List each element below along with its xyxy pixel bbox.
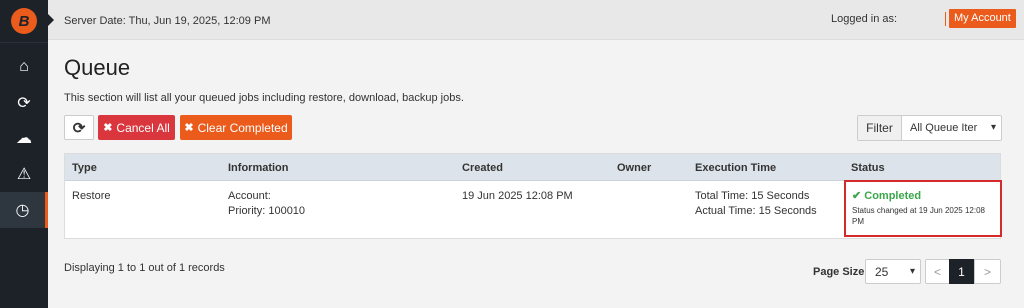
chevron-down-icon: ▾ bbox=[990, 122, 996, 133]
sync-icon[interactable]: ⟳ bbox=[0, 85, 48, 121]
filter-group: Filter All Queue Iter ▾ bbox=[857, 115, 1002, 141]
col-type[interactable]: Type bbox=[72, 162, 97, 174]
row-info-priority: Priority: 100010 bbox=[228, 205, 306, 217]
page-size-label: Page Size bbox=[813, 266, 865, 278]
table-header: Type Information Created Owner Execution… bbox=[65, 154, 1000, 181]
clear-completed-label: Clear Completed bbox=[197, 120, 288, 135]
sidebar-divider bbox=[0, 42, 48, 43]
col-information[interactable]: Information bbox=[228, 162, 289, 174]
logo-icon: B bbox=[11, 8, 37, 34]
refresh-button[interactable]: ⟳ bbox=[64, 115, 94, 140]
refresh-icon: ⟳ bbox=[72, 119, 86, 137]
col-owner[interactable]: Owner bbox=[617, 162, 651, 174]
col-execution-time[interactable]: Execution Time bbox=[695, 162, 776, 174]
filter-label: Filter bbox=[858, 116, 902, 140]
status-detail: Status changed at 19 Jun 2025 12:08 PM bbox=[852, 206, 985, 226]
status-highlight: ✔ Completed Status changed at 19 Jun 202… bbox=[844, 180, 1002, 237]
filter-select[interactable]: All Queue Iter ▾ bbox=[902, 116, 1001, 140]
cloud-download-icon[interactable]: ☁ bbox=[0, 120, 48, 156]
col-status[interactable]: Status bbox=[851, 162, 885, 174]
page-size-select[interactable]: 25 ▾ bbox=[865, 259, 921, 284]
filter-value: All Queue Iter bbox=[910, 122, 978, 134]
pagination-next[interactable]: > bbox=[974, 259, 1001, 284]
topbar-notch bbox=[48, 14, 54, 26]
my-account-button[interactable]: My Account bbox=[949, 9, 1016, 28]
pagination-prev[interactable]: < bbox=[925, 259, 950, 284]
row-info-account: Account: bbox=[228, 190, 271, 202]
queue-table: Type Information Created Owner Execution… bbox=[64, 153, 1002, 239]
cancel-all-button[interactable]: ✖ Cancel All bbox=[98, 115, 175, 140]
account-separator bbox=[945, 12, 946, 26]
row-actual-time: Actual Time: 15 Seconds bbox=[695, 205, 817, 217]
server-date: Server Date: Thu, Jun 19, 2025, 12:09 PM bbox=[64, 15, 271, 27]
clock-icon[interactable]: ◷ bbox=[0, 192, 48, 228]
chevron-down-icon: ▾ bbox=[909, 266, 915, 277]
sidebar: B ⌂ ⟳ ☁ ⚠ ◷ bbox=[0, 0, 48, 308]
page-size-value: 25 bbox=[875, 264, 889, 279]
home-icon[interactable]: ⌂ bbox=[0, 49, 48, 85]
warning-icon[interactable]: ⚠ bbox=[0, 156, 48, 192]
logo[interactable]: B bbox=[8, 6, 40, 36]
close-icon: ✖ bbox=[103, 122, 113, 134]
row-created: 19 Jun 2025 12:08 PM bbox=[462, 190, 573, 202]
clear-completed-button[interactable]: ✖ Clear Completed bbox=[180, 115, 292, 140]
top-bar: Server Date: Thu, Jun 19, 2025, 12:09 PM… bbox=[48, 0, 1024, 40]
page-description: This section will list all your queued j… bbox=[64, 92, 464, 104]
pagination-page-1[interactable]: 1 bbox=[949, 259, 974, 284]
records-count: Displaying 1 to 1 out of 1 records bbox=[64, 262, 225, 274]
status-badge: ✔ Completed bbox=[852, 190, 922, 202]
row-total-time: Total Time: 15 Seconds bbox=[695, 190, 810, 202]
row-type: Restore bbox=[72, 190, 111, 202]
col-created[interactable]: Created bbox=[462, 162, 503, 174]
cancel-all-label: Cancel All bbox=[116, 120, 170, 135]
logged-in-label: Logged in as: bbox=[831, 13, 898, 25]
page-title: Queue bbox=[64, 55, 131, 80]
close-icon: ✖ bbox=[184, 122, 194, 134]
